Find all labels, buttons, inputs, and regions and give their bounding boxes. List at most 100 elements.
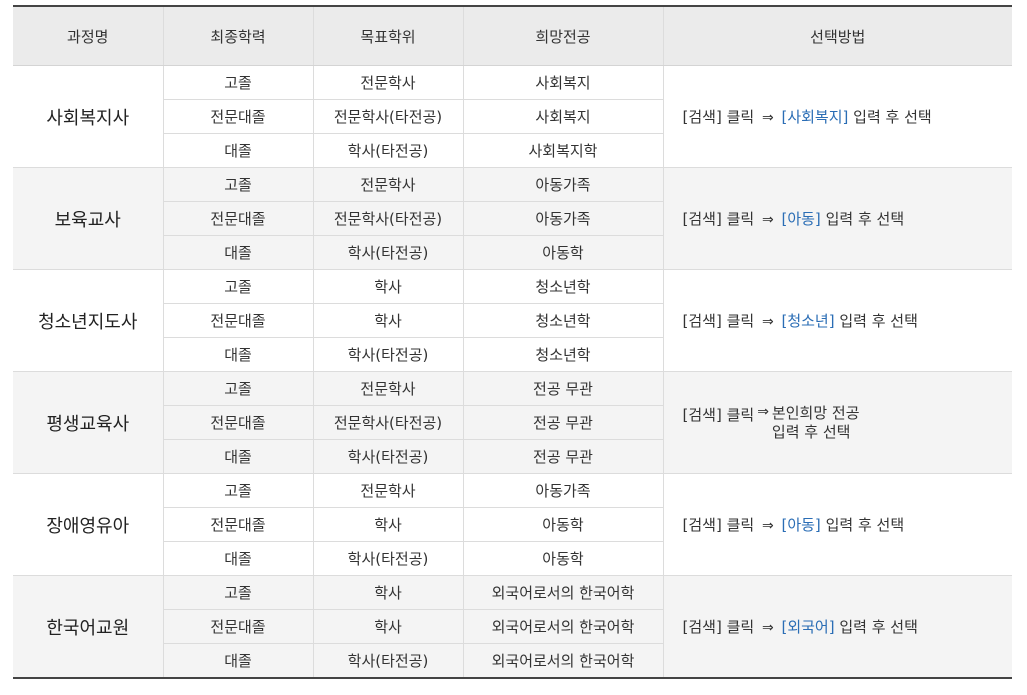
desired-major-cell: 외국어로서의 한국어학: [462, 643, 663, 679]
target-degree-cell: 학사(타전공): [312, 643, 463, 679]
final-education-cell: 전문대졸: [162, 99, 313, 134]
course-selection-table: 과정명 최종학력 목표학위 희망전공 선택방법 사회복지사 고졸 전문학사 사회…: [13, 5, 1012, 679]
final-education-cell: 대졸: [162, 235, 313, 270]
course-group-lifelong-educator: 평생교육사 고졸 전문학사 전공 무관 [검색] 클릭 ⇒ 본인희망 전공 입력…: [13, 371, 1012, 474]
method-keyword: [외국어]: [781, 618, 835, 636]
course-selection-table-wrapper: 과정명 최종학력 목표학위 희망전공 선택방법 사회복지사 고졸 전문학사 사회…: [13, 5, 1012, 679]
method-instruction: 입력 후 선택: [825, 210, 905, 228]
method-keyword: [아동]: [781, 210, 821, 228]
method-search-click: [검색] 클릭: [682, 210, 755, 228]
target-degree-cell: 학사(타전공): [312, 439, 463, 474]
target-degree-cell: 전문학사: [312, 371, 463, 406]
selection-method-cell: [검색] 클릭 ⇒ 본인희망 전공 입력 후 선택: [662, 371, 1013, 474]
header-desired-major: 희망전공: [462, 6, 663, 66]
table-row: 장애영유아 고졸 전문학사 아동가족 [검색] 클릭 ⇒ [아동] 입력 후 선…: [13, 473, 1012, 576]
final-education-cell: 대졸: [162, 541, 313, 576]
desired-major-cell: 사회복지학: [462, 133, 663, 168]
target-degree-cell: 학사: [312, 303, 463, 338]
target-degree-cell: 학사(타전공): [312, 133, 463, 168]
method-search-click: [검색] 클릭: [682, 516, 755, 534]
course-name: 청소년지도사: [13, 269, 163, 372]
target-degree-cell: 전문학사(타전공): [312, 201, 463, 236]
method-keyword: [사회복지]: [781, 108, 849, 126]
desired-major-cell: 사회복지: [462, 65, 663, 100]
header-course: 과정명: [13, 6, 163, 66]
final-education-cell: 대졸: [162, 439, 313, 474]
desired-major-cell: 청소년학: [462, 337, 663, 372]
final-education-cell: 전문대졸: [162, 405, 313, 440]
desired-major-cell: 아동학: [462, 235, 663, 270]
desired-major-cell: 아동가족: [462, 201, 663, 236]
right-double-arrow-icon: ⇒: [761, 212, 774, 228]
right-double-arrow-icon: ⇒: [761, 110, 774, 126]
course-group-social-worker: 사회복지사 고졸 전문학사 사회복지 [검색] 클릭 ⇒ [사회복지] 입력 후…: [13, 65, 1012, 168]
method-instruction-line2: 입력 후 선택: [771, 422, 851, 441]
method-keyword: [청소년]: [781, 312, 835, 330]
final-education-cell: 고졸: [162, 473, 313, 508]
target-degree-cell: 전문학사: [312, 167, 463, 202]
method-two-line: [검색] 클릭 ⇒ 본인희망 전공 입력 후 선택: [683, 404, 1013, 442]
desired-major-cell: 청소년학: [462, 303, 663, 338]
course-group-korean-teacher: 한국어교원 고졸 학사 외국어로서의 한국어학 [검색] 클릭 ⇒ [외국어] …: [13, 575, 1012, 679]
target-degree-cell: 전문학사(타전공): [312, 99, 463, 134]
table-row: 한국어교원 고졸 학사 외국어로서의 한국어학 [검색] 클릭 ⇒ [외국어] …: [13, 575, 1012, 679]
course-name: 사회복지사: [13, 65, 163, 168]
target-degree-cell: 전문학사(타전공): [312, 405, 463, 440]
method-instruction: 입력 후 선택: [839, 312, 918, 330]
final-education-cell: 고졸: [162, 575, 313, 610]
target-degree-cell: 학사: [312, 507, 463, 542]
method-search-click: [검색] 클릭: [682, 405, 755, 424]
final-education-cell: 전문대졸: [162, 507, 313, 542]
right-double-arrow-icon: ⇒: [757, 403, 769, 420]
final-education-cell: 고졸: [162, 167, 313, 202]
method-search-click: [검색] 클릭: [682, 618, 755, 636]
desired-major-cell: 아동학: [462, 541, 663, 576]
desired-major-cell: 전공 무관: [462, 405, 663, 440]
desired-major-cell: 사회복지: [462, 99, 663, 134]
desired-major-cell: 아동학: [462, 507, 663, 542]
table-row: 평생교육사 고졸 전문학사 전공 무관 [검색] 클릭 ⇒ 본인희망 전공 입력…: [13, 371, 1012, 474]
course-group-special-early-childhood: 장애영유아 고졸 전문학사 아동가족 [검색] 클릭 ⇒ [아동] 입력 후 선…: [13, 473, 1012, 576]
method-keyword: [아동]: [781, 516, 821, 534]
target-degree-cell: 학사(타전공): [312, 541, 463, 576]
desired-major-cell: 아동가족: [462, 167, 663, 202]
target-degree-cell: 학사: [312, 575, 463, 610]
target-degree-cell: 학사: [312, 609, 463, 644]
course-name: 한국어교원: [13, 575, 163, 679]
selection-method-cell: [검색] 클릭 ⇒ [사회복지] 입력 후 선택: [662, 65, 1012, 168]
final-education-cell: 전문대졸: [162, 303, 313, 338]
selection-method-cell: [검색] 클릭 ⇒ [아동] 입력 후 선택: [662, 473, 1012, 576]
course-name: 보육교사: [13, 167, 163, 270]
final-education-cell: 고졸: [162, 371, 313, 406]
final-education-cell: 고졸: [162, 65, 313, 100]
right-double-arrow-icon: ⇒: [761, 314, 774, 330]
course-group-childcare-teacher: 보육교사 고졸 전문학사 아동가족 [검색] 클릭 ⇒ [아동] 입력 후 선택…: [13, 167, 1012, 270]
desired-major-cell: 외국어로서의 한국어학: [462, 609, 663, 644]
course-name: 장애영유아: [13, 473, 163, 576]
table-row: 보육교사 고졸 전문학사 아동가족 [검색] 클릭 ⇒ [아동] 입력 후 선택: [13, 167, 1012, 270]
header-final-education: 최종학력: [162, 6, 313, 66]
selection-method-cell: [검색] 클릭 ⇒ [아동] 입력 후 선택: [662, 167, 1012, 270]
course-name: 평생교육사: [13, 371, 163, 474]
method-instruction-line1: 본인희망 전공: [771, 403, 860, 422]
desired-major-cell: 아동가족: [462, 473, 663, 508]
final-education-cell: 대졸: [162, 133, 313, 168]
desired-major-cell: 전공 무관: [462, 371, 663, 406]
method-instruction: 입력 후 선택: [825, 516, 905, 534]
method-search-click: [검색] 클릭: [682, 108, 755, 126]
course-group-youth-instructor: 청소년지도사 고졸 학사 청소년학 [검색] 클릭 ⇒ [청소년] 입력 후 선…: [13, 269, 1012, 372]
final-education-cell: 대졸: [162, 337, 313, 372]
method-instruction: 입력 후 선택: [839, 618, 918, 636]
target-degree-cell: 학사(타전공): [312, 235, 463, 270]
right-double-arrow-icon: ⇒: [761, 620, 774, 636]
target-degree-cell: 전문학사: [312, 473, 463, 508]
method-search-click: [검색] 클릭: [682, 312, 755, 330]
table-row: 사회복지사 고졸 전문학사 사회복지 [검색] 클릭 ⇒ [사회복지] 입력 후…: [13, 65, 1012, 168]
table-row: 청소년지도사 고졸 학사 청소년학 [검색] 클릭 ⇒ [청소년] 입력 후 선…: [13, 269, 1012, 372]
desired-major-cell: 전공 무관: [462, 439, 663, 474]
desired-major-cell: 외국어로서의 한국어학: [462, 575, 663, 610]
selection-method-cell: [검색] 클릭 ⇒ [외국어] 입력 후 선택: [662, 575, 1012, 679]
final-education-cell: 고졸: [162, 269, 313, 304]
final-education-cell: 전문대졸: [162, 201, 313, 236]
right-double-arrow-icon: ⇒: [761, 518, 774, 534]
